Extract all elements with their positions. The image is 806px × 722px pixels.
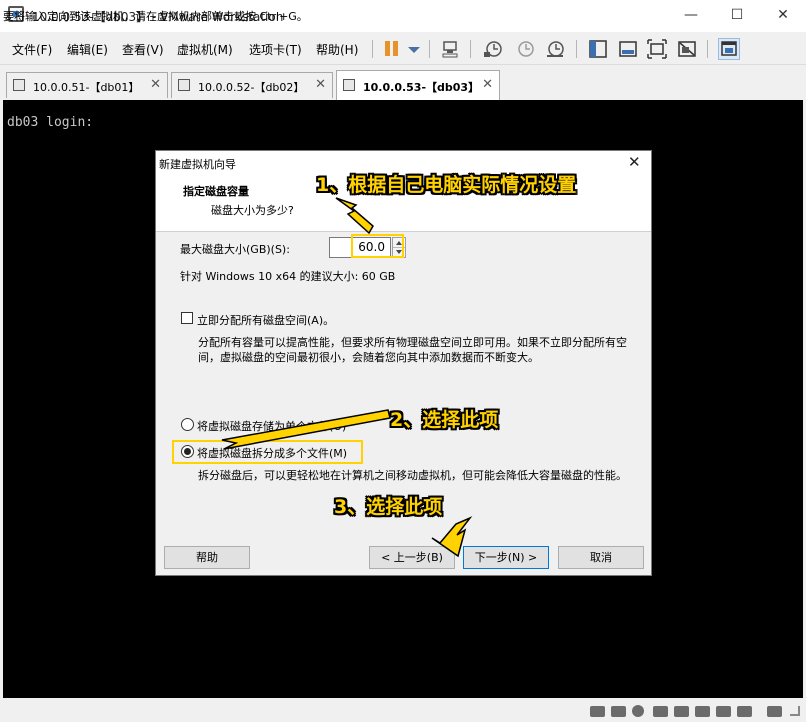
annotation-step3: 3、选择此项 bbox=[334, 496, 443, 518]
step3-arrow bbox=[431, 516, 473, 558]
network-icon[interactable] bbox=[653, 706, 668, 717]
step1-arrow bbox=[335, 197, 374, 235]
cd-drive-icon[interactable] bbox=[611, 706, 626, 717]
message-icon[interactable] bbox=[767, 706, 782, 717]
step2-arrow bbox=[221, 409, 391, 450]
display-icon[interactable] bbox=[737, 706, 752, 717]
annotation-step1: 1、根据自己电脑实际情况设置 bbox=[316, 174, 577, 196]
hard-disk-icon[interactable] bbox=[590, 706, 605, 717]
resize-grip-icon[interactable] bbox=[790, 706, 800, 716]
printer-icon[interactable] bbox=[695, 706, 710, 717]
sound-icon[interactable] bbox=[716, 706, 731, 717]
annotation-arrows bbox=[221, 197, 473, 558]
cd-icon[interactable] bbox=[632, 705, 644, 717]
status-text: 要将输入定向到该虚拟机，请在虚拟机内部单击或按 Ctrl+G。 bbox=[3, 10, 308, 23]
annotation-step2: 2、选择此项 bbox=[390, 409, 499, 431]
usb-icon[interactable] bbox=[674, 706, 689, 717]
